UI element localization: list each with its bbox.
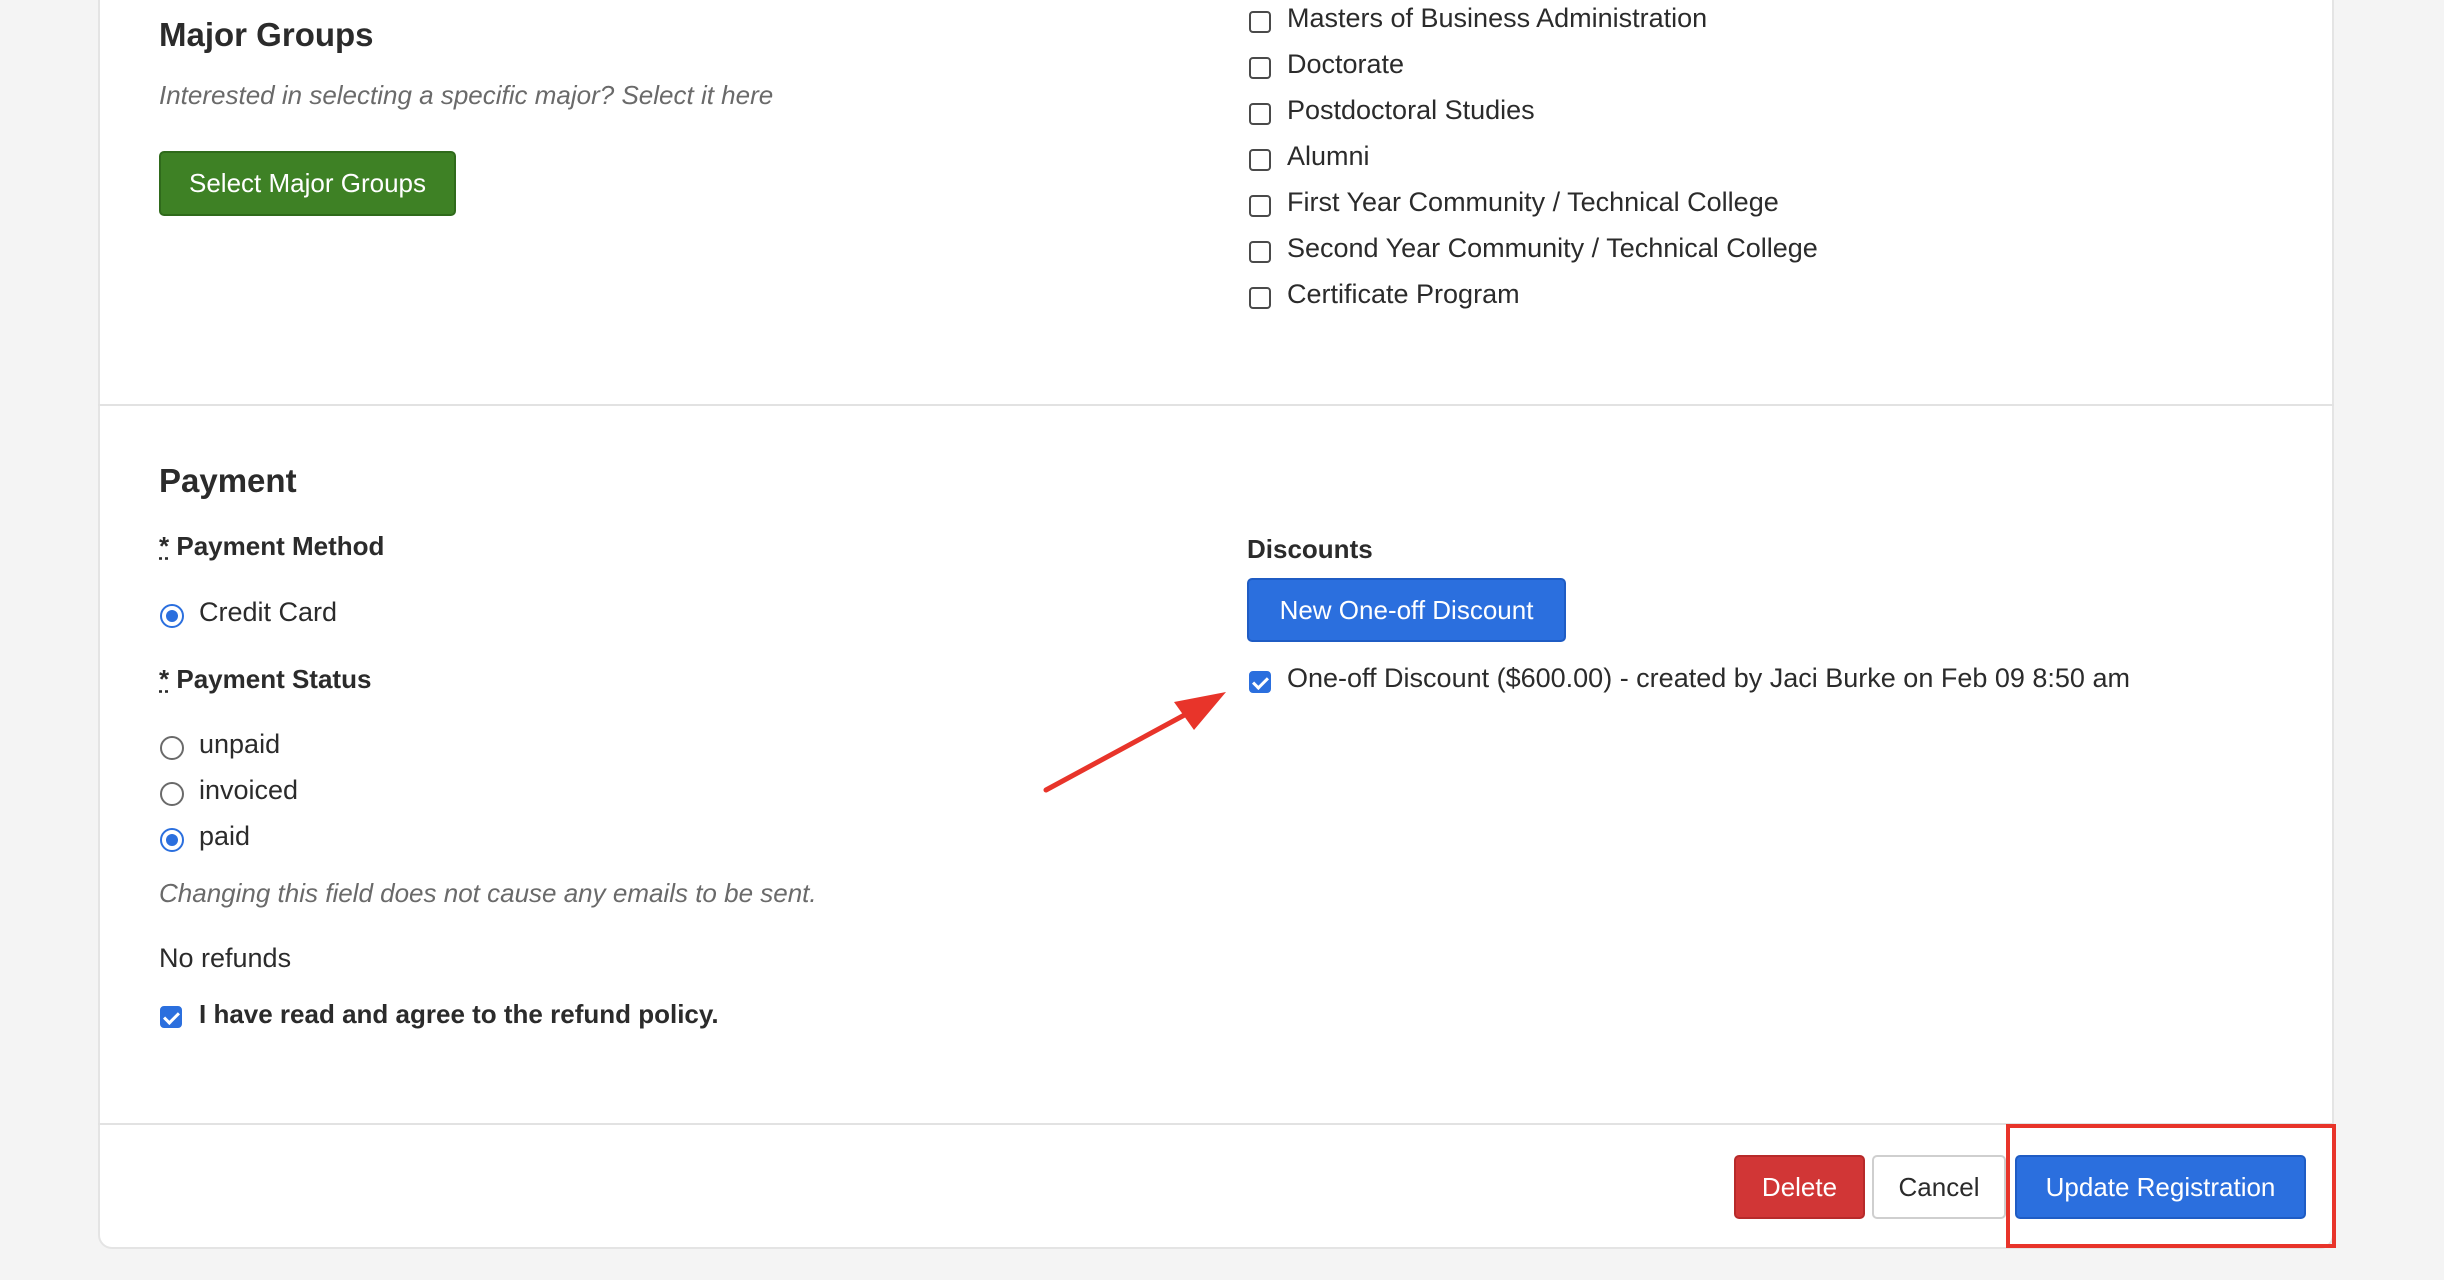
class-level-label: Postdoctoral Studies: [1287, 95, 1535, 125]
section-divider: [98, 404, 2334, 406]
class-level-label: Masters of Business Administration: [1287, 3, 1708, 33]
required-marker: *: [159, 664, 170, 694]
payment-method-label: * Payment Method: [159, 531, 384, 562]
class-level-checkbox-doctorate[interactable]: [1249, 57, 1271, 79]
cancel-button[interactable]: Cancel: [1872, 1155, 2006, 1219]
annotation-arrow-icon: [1043, 692, 1226, 793]
payment-status-radio-invoiced[interactable]: [160, 782, 184, 806]
class-level-checkbox-second-year-cc[interactable]: [1249, 241, 1271, 263]
footer-divider: [98, 1123, 2334, 1125]
class-level-label: First Year Community / Technical College: [1287, 187, 1779, 217]
payment-status-option-label: unpaid: [199, 729, 281, 759]
payment-status-option-label: paid: [199, 821, 251, 851]
major-groups-title: Major Groups: [159, 16, 374, 53]
payment-method-label-text: Payment Method: [176, 531, 385, 561]
class-level-label: Certificate Program: [1287, 279, 1520, 309]
refund-agree-label: I have read and agree to the refund poli…: [199, 999, 719, 1029]
payment-status-help: Changing this field does not cause any e…: [159, 878, 817, 908]
class-level-checkbox-postdoc[interactable]: [1249, 103, 1271, 125]
payment-method-radio-credit-card[interactable]: [160, 604, 184, 628]
discount-label: One-off Discount ($600.00) - created by …: [1287, 663, 2130, 693]
class-level-checkbox-certificate[interactable]: [1249, 287, 1271, 309]
select-major-groups-button[interactable]: Select Major Groups: [159, 151, 456, 216]
discounts-title: Discounts: [1247, 534, 1373, 564]
payment-title: Payment: [159, 462, 297, 499]
refund-policy-text: No refunds: [159, 943, 292, 973]
payment-status-label: * Payment Status: [159, 664, 371, 695]
payment-method-option-label: Credit Card: [199, 597, 338, 627]
delete-button[interactable]: Delete: [1734, 1155, 1865, 1219]
discount-checkbox[interactable]: [1249, 671, 1271, 693]
class-level-label: Alumni: [1287, 141, 1370, 171]
refund-agree-checkbox[interactable]: [160, 1006, 182, 1028]
payment-status-option-label: invoiced: [199, 775, 299, 805]
class-level-label: Doctorate: [1287, 49, 1405, 79]
payment-status-radio-unpaid[interactable]: [160, 736, 184, 760]
class-level-label: Second Year Community / Technical Colleg…: [1287, 233, 1818, 263]
required-marker: *: [159, 531, 170, 561]
class-level-checkbox-alumni[interactable]: [1249, 149, 1271, 171]
class-level-checkbox-mba[interactable]: [1249, 11, 1271, 33]
payment-status-label-text: Payment Status: [176, 664, 372, 694]
class-level-checkbox-first-year-cc[interactable]: [1249, 195, 1271, 217]
new-one-off-discount-button[interactable]: New One-off Discount: [1247, 578, 1566, 642]
major-groups-help: Interested in selecting a specific major…: [159, 80, 774, 110]
annotation-highlight-box: [2006, 1124, 2336, 1248]
payment-status-radio-paid[interactable]: [160, 828, 184, 852]
